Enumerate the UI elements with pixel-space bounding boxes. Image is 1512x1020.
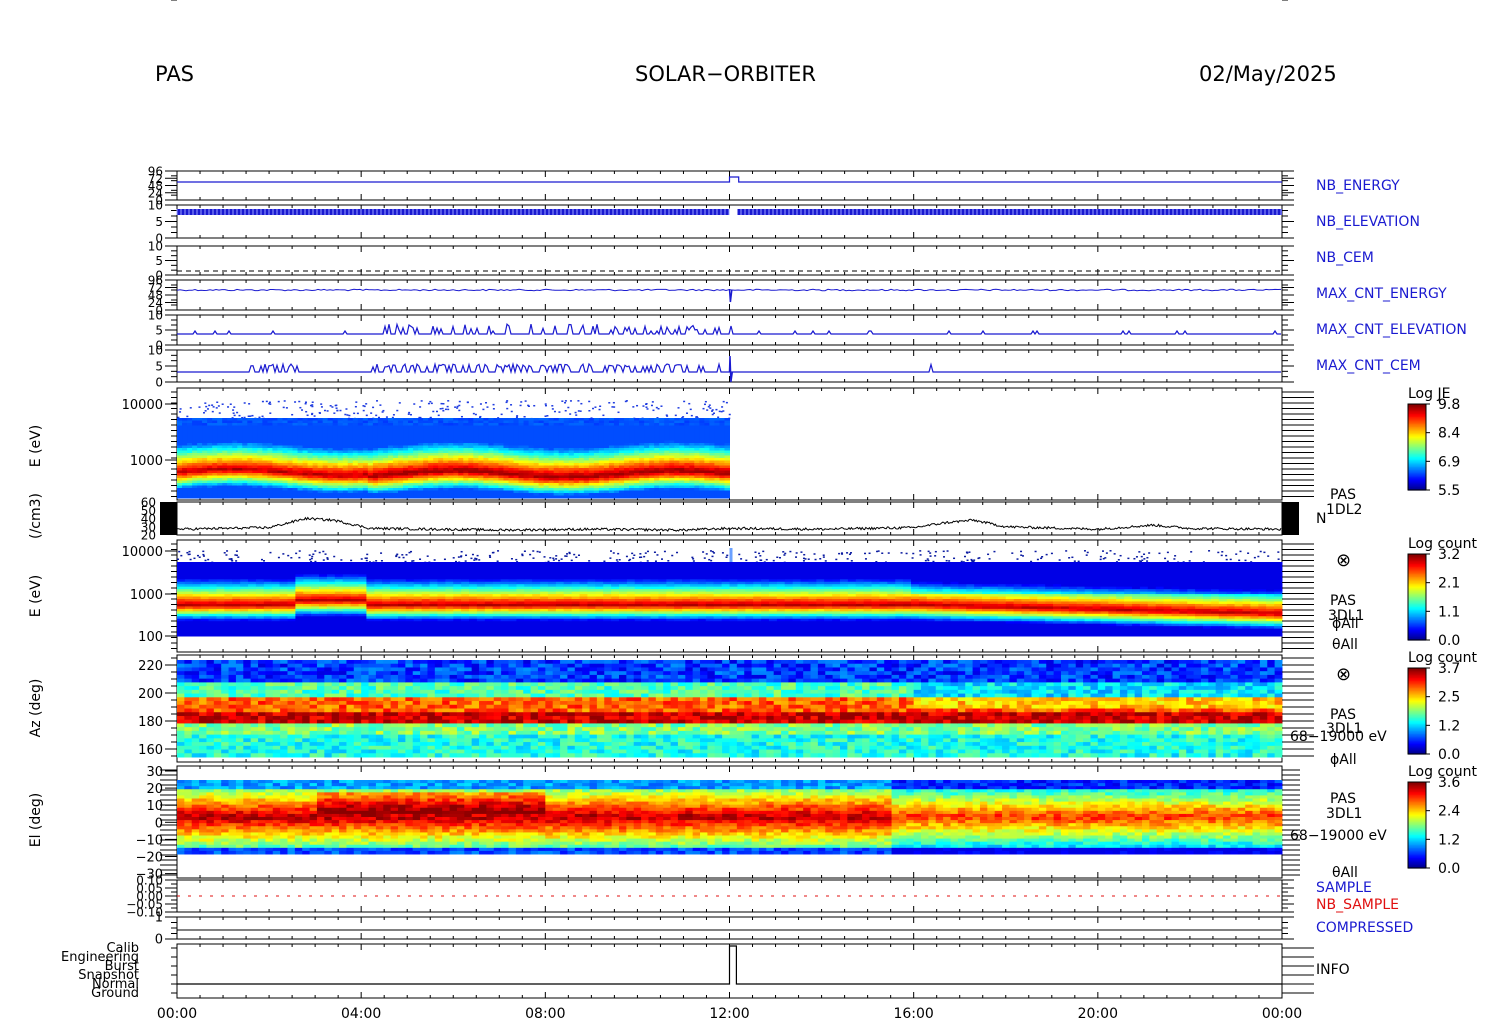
compressed-ytick-label: 0 [155,933,163,948]
density-side-label: 1DL2 [1326,502,1362,518]
density-side-label: N [1316,511,1326,527]
energy_spectrogram_2-ylabel: E (eV) [28,575,44,617]
azimuth_spectrogram-ytick-label: 160 [138,743,163,758]
nb_elevation-ytick-label: 10 [148,199,163,213]
azimuth_spectrogram-colorbar-tick: 1.2 [1438,718,1460,734]
energy_spectrogram_2-colorbar-tick: 0.0 [1438,633,1460,649]
azimuth_spectrogram-colorbar-tick: 2.5 [1438,690,1460,706]
max_cnt_energy-trace [728,288,733,303]
max_cnt_cem-ytick-label: 0 [155,376,163,390]
energy_spectrogram_2-ytick-label: 100 [138,630,163,645]
compressed-label: COMPRESSED [1316,920,1413,936]
azimuth_spectrogram-ytick-label: 180 [138,715,163,730]
max_cnt_energy-label: MAX_CNT_ENERGY [1316,286,1447,302]
elevation_spectrogram-colorbar-tick: 0.0 [1438,861,1460,877]
density-ybar [160,502,177,535]
compressed-ytick-label: 1 [155,911,163,926]
elevation_spectrogram-side-label: θAll [1332,865,1358,881]
energy_spectrogram_1-colorbar-tick: 5.5 [1438,483,1460,499]
energy_spectrogram_1-colorbar-tick: 9.8 [1438,397,1460,413]
energy_spectrogram_2-colorbar-tick: 1.1 [1438,604,1460,620]
energy_spectrogram_2-side-label: ϕAll [1332,616,1359,632]
azimuth_spectrogram-colorbar-tick: 3.7 [1438,661,1460,677]
x-tick-label: 04:00 [341,1006,381,1020]
energy_spectrogram_1-ylabel: E (eV) [28,425,44,467]
max_cnt_elevation-ytick-label: 10 [148,309,163,323]
max_cnt_elevation-label: MAX_CNT_ELEVATION [1316,322,1467,338]
elevation_spectrogram-side-label: 3DL1 [1326,806,1362,822]
energy_spectrogram_2-colorbar [1407,553,1430,641]
elevation_spectrogram-ytick-label: 0 [155,816,163,831]
sample-label: NB_SAMPLE [1316,897,1399,913]
nb_cem-ytick-label: 10 [148,240,163,254]
density-ylabel: (/cm3) [28,493,44,539]
energy_spectrogram_1-ytick-label: 10000 [122,398,163,413]
nb_energy-panel [176,170,1283,201]
max_cnt_cem-ytick-label: 5 [155,360,163,374]
elevation_spectrogram-ytick-label: −20 [136,851,163,866]
max_cnt_elevation-ytick-label: 5 [155,324,163,338]
azimuth_spectrogram-ytick-label: 220 [138,659,163,674]
energy_spectrogram_2-side-label: ⊗ [1336,550,1351,571]
energy_spectrogram_2-ytick-label: 10000 [122,545,163,560]
elevation_spectrogram-side-label: PAS [1330,791,1356,807]
nb_elevation-ytick-label: 5 [155,215,163,229]
x-tick-label: 16:00 [893,1006,933,1020]
x-tick-label: 12:00 [709,1006,749,1020]
x-tick-label: 00:00 [157,1006,197,1020]
energy_spectrogram_2-ytick-label: 1000 [130,588,163,603]
energy_spectrogram_2-colorbar-tick: 2.1 [1438,576,1460,592]
azimuth_spectrogram-heatmap [177,660,1283,758]
elevation_spectrogram-heatmap [177,780,1283,855]
summary-plot: 967248240NB_ENERGY1050NB_ELEVATION1050NB… [28,0,1477,1020]
elevation_spectrogram-colorbar-tick: 3.6 [1438,775,1460,791]
elevation_spectrogram-ylabel: El (deg) [28,793,44,848]
elevation_spectrogram-ytick-label: 30 [146,765,163,780]
elevation_spectrogram-side-label: 68−19000 eV [1290,828,1387,844]
azimuth_spectrogram-colorbar-tick: 0.0 [1438,747,1460,763]
elevation_spectrogram-colorbar-tick: 2.4 [1438,804,1460,820]
energy_spectrogram_2-side-label: PAS [1330,593,1356,609]
energy_spectrogram_2-heatmap [177,562,1283,637]
max_cnt_elevation-trace [177,322,1281,337]
elevation_spectrogram-ytick-label: 10 [146,799,163,814]
azimuth_spectrogram-ytick-label: 200 [138,687,163,702]
elevation_spectrogram-ytick-label: −10 [136,833,163,848]
info-label: INFO [1316,962,1350,978]
elevation_spectrogram-colorbar [1407,781,1430,869]
azimuth_spectrogram-colorbar [1407,667,1430,755]
max_cnt_cem-label: MAX_CNT_CEM [1316,358,1421,374]
density-ytick-label: 20 [141,529,156,543]
density-panel [176,501,1283,536]
azimuth_spectrogram-side-label: ϕAll [1330,752,1357,768]
x-tick-label: 08:00 [525,1006,565,1020]
nb_cem-label: NB_CEM [1316,250,1374,266]
energy_spectrogram_2-side-label: θAll [1332,637,1358,653]
energy_spectrogram_1-ytick-label: 1000 [130,454,163,469]
nb_energy-trace [177,176,1282,183]
energy_spectrogram_2-colorbar-tick: 3.2 [1438,547,1460,563]
compressed-panel [176,916,1283,940]
elevation_spectrogram-colorbar-tick: 1.2 [1438,832,1460,848]
info-ytick-label: Ground [91,986,139,1001]
energy_spectrogram_1-heatmap [177,418,730,499]
density-ybar-r [1282,502,1299,535]
sample-label: SAMPLE [1316,880,1372,896]
energy_spectrogram_1-colorbar-tick: 6.9 [1438,454,1460,470]
x-tick-label: 20:00 [1078,1006,1118,1020]
nb_energy-label: NB_ENERGY [1316,178,1400,194]
max_cnt_cem-ytick-label: 10 [148,344,163,358]
nb_elevation-trace [176,208,1282,216]
nb_elevation-label: NB_ELEVATION [1316,214,1420,230]
azimuth_spectrogram-ylabel: Az (deg) [28,679,44,738]
energy_spectrogram_1-colorbar [1407,403,1430,491]
nb_cem-ytick-label: 5 [155,254,163,268]
azimuth_spectrogram-side-label: ⊗ [1336,664,1351,685]
x-tick-label: 00:00 [1262,1006,1302,1020]
info-trace [177,945,1282,985]
energy_spectrogram_1-colorbar-tick: 8.4 [1438,426,1460,442]
density-side-label: PAS [1330,487,1356,503]
azimuth_spectrogram-side-label: 68−19000 eV [1290,729,1387,745]
